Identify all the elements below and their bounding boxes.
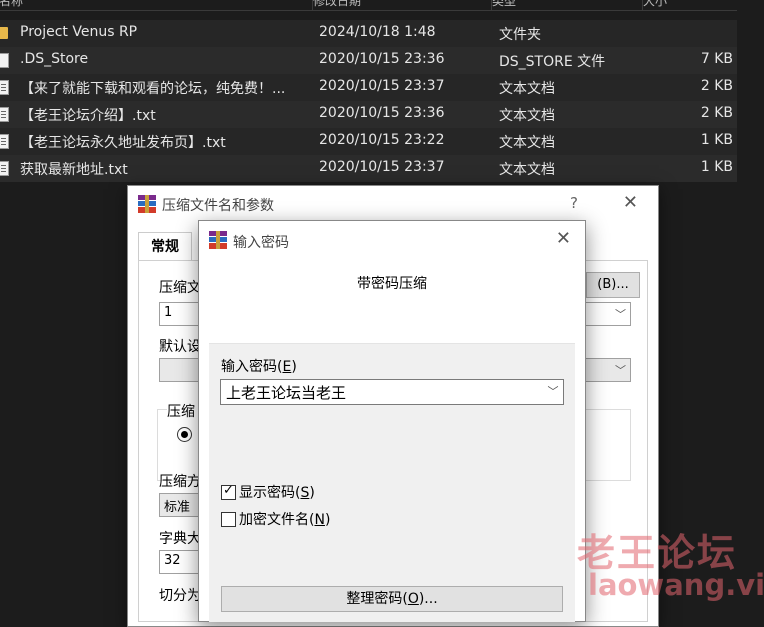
checkmark-icon: ✓ <box>223 483 234 498</box>
password-dialog-title: 输入密码 <box>233 235 289 251</box>
column-size-header[interactable]: 大小 <box>642 0 738 10</box>
file-date: 2024/10/18 1:48 <box>319 24 436 40</box>
file-size: 2 KB <box>700 78 733 94</box>
file-type: 文本文档 <box>499 135 555 151</box>
file-row[interactable]: .DS_Store 2020/10/15 23:36 DS_STORE 文件 7… <box>0 47 737 74</box>
tab-general[interactable]: 常规 <box>138 232 192 261</box>
archive-name-label: 压缩文 <box>159 280 201 296</box>
file-name: Project Venus RP <box>20 24 138 40</box>
show-password-checkbox[interactable]: ✓ <box>221 483 236 500</box>
file-row[interactable]: Project Venus RP 2024/10/18 1:48 文件夹 <box>0 20 737 47</box>
text-file-icon <box>0 107 9 122</box>
file-type: 文件夹 <box>499 27 541 43</box>
file-row[interactable]: 【老王论坛永久地址发布页】.txt 2020/10/15 23:22 文本文档 … <box>0 128 737 155</box>
password-label: 输入密码(E) <box>221 359 297 375</box>
file-row[interactable]: 获取最新地址.txt 2020/10/15 23:37 文本文档 1 KB <box>0 155 737 182</box>
file-name: 获取最新地址.txt <box>20 162 128 178</box>
file-explorer: 名称 修改日期 类型 大小 Project Venus RP 2024/10/1… <box>0 0 764 190</box>
method-label: 压缩方 <box>159 474 201 490</box>
file-date: 2020/10/15 23:36 <box>319 105 445 121</box>
winrar-icon <box>138 195 156 213</box>
file-date: 2020/10/15 23:37 <box>319 159 445 175</box>
format-radio[interactable] <box>177 427 192 442</box>
file-date: 2020/10/15 23:36 <box>319 51 445 67</box>
close-icon[interactable]: ✕ <box>623 192 638 213</box>
text-file-icon <box>0 80 9 95</box>
column-type-header[interactable]: 类型 <box>491 0 642 10</box>
file-size: 1 KB <box>700 132 733 148</box>
column-header-row: 名称 修改日期 类型 大小 <box>0 0 737 11</box>
file-type: 文本文档 <box>499 108 555 124</box>
file-name: .DS_Store <box>20 51 89 67</box>
file-name: 【来了就能下载和观看的论坛，纯免费！... <box>20 81 286 97</box>
default-profile-label: 默认设 <box>159 339 201 355</box>
column-date-header[interactable]: 修改日期 <box>312 0 491 10</box>
archive-format-label: 压缩 <box>167 401 199 421</box>
dictionary-label: 字典大 <box>159 531 201 547</box>
winrar-icon <box>209 231 227 249</box>
password-value: 上老王论坛当老王 <box>226 384 347 402</box>
archive-dialog-title: 压缩文件名和参数 <box>162 198 274 214</box>
file-type: 文本文档 <box>499 81 555 97</box>
archive-dialog-titlebar: 压缩文件名和参数 ? ✕ <box>128 186 658 222</box>
chevron-down-icon[interactable]: ﹀ <box>542 380 563 404</box>
file-size: 7 KB <box>700 51 733 67</box>
file-type: 文本文档 <box>499 162 555 178</box>
split-volumes-label: 切分为 <box>159 588 201 604</box>
file-size: 2 KB <box>700 105 733 121</box>
chevron-down-icon: ﹀ <box>615 364 626 377</box>
text-file-icon <box>0 161 9 176</box>
enter-password-dialog: 输入密码 ✕ 带密码压缩 输入密码(E) 上老王论坛当老王 ﹀ ✓ 显示密码(S… <box>198 220 586 622</box>
password-dialog-heading: 带密码压缩 <box>357 276 427 292</box>
encrypt-file-names-label[interactable]: 加密文件名(N) <box>239 509 330 529</box>
file-type: DS_STORE 文件 <box>499 54 606 70</box>
column-name-header[interactable]: 名称 <box>0 0 311 10</box>
show-password-label[interactable]: 显示密码(S) <box>239 482 315 502</box>
file-icon <box>0 53 9 68</box>
file-name: 【老王论坛永久地址发布页】.txt <box>20 135 226 151</box>
text-file-icon <box>0 134 9 149</box>
file-list: Project Venus RP 2024/10/18 1:48 文件夹 .DS… <box>0 20 737 182</box>
help-button[interactable]: ? <box>570 194 578 212</box>
close-icon[interactable]: ✕ <box>556 228 571 249</box>
password-input[interactable]: 上老王论坛当老王 ﹀ <box>220 379 564 405</box>
watermark-url: laowang.vip <box>588 568 764 602</box>
file-date: 2020/10/15 23:37 <box>319 78 445 94</box>
file-size: 1 KB <box>700 159 733 175</box>
organize-passwords-button[interactable]: 整理密码(O)... <box>221 586 563 612</box>
folder-icon <box>0 27 8 39</box>
file-name: 【老王论坛介绍】.txt <box>20 108 156 124</box>
password-dialog-body: 输入密码(E) 上老王论坛当老王 ﹀ ✓ 显示密码(S) 加密文件名(N) 整理… <box>209 343 575 622</box>
file-row[interactable]: 【来了就能下载和观看的论坛，纯免费！... 2020/10/15 23:37 文… <box>0 74 737 101</box>
file-row[interactable]: 【老王论坛介绍】.txt 2020/10/15 23:36 文本文档 2 KB <box>0 101 737 128</box>
chevron-down-icon: ﹀ <box>615 308 626 321</box>
file-date: 2020/10/15 23:22 <box>319 132 445 148</box>
browse-button[interactable]: (B)... <box>586 272 640 298</box>
encrypt-file-names-checkbox[interactable] <box>221 512 236 527</box>
